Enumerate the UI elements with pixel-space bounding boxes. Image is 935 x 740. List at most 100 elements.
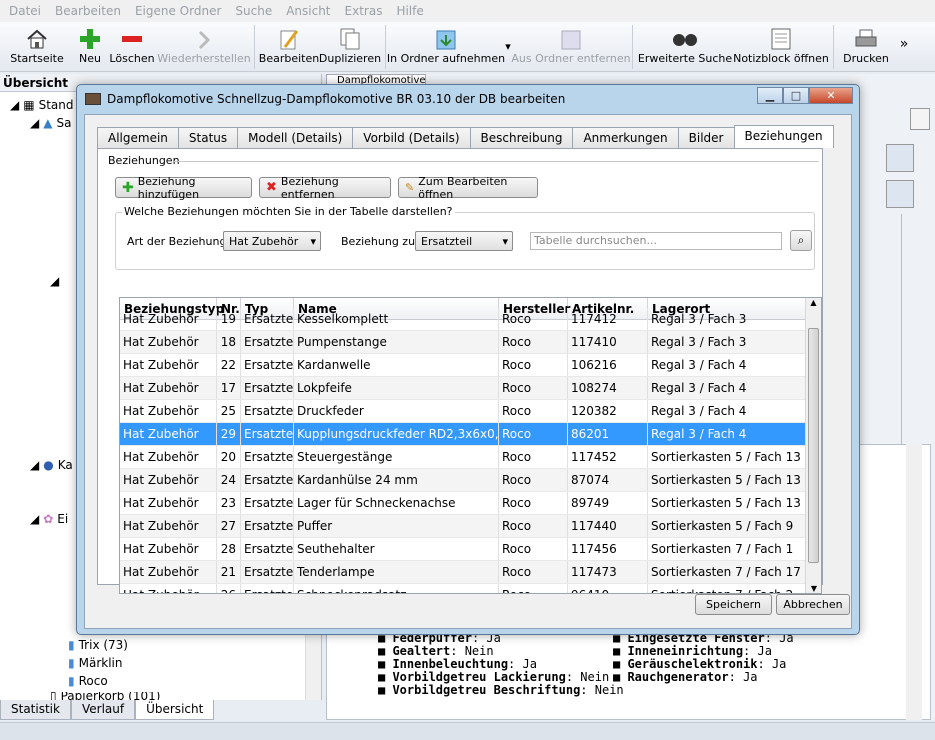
properties-scrollbar[interactable] [906,444,922,720]
property-value: Ja [743,670,758,684]
tree-item-roco[interactable]: ▮ Roco [68,674,108,688]
tab-0[interactable]: Allgemein [97,127,179,148]
remove-relation-button[interactable]: ✖ Beziehung entfernen [259,175,391,201]
table-row[interactable]: Hat Zubehör24ErsatzteilKardanhülse 24 mm… [120,469,806,492]
table-row[interactable]: Hat Zubehör17ErsatzteilLokpfeifeRoco1082… [120,377,806,400]
tab-4[interactable]: Beschreibung [469,127,574,148]
menu-item[interactable]: Extras [338,4,390,18]
scroll-up-icon[interactable]: ▲ [806,298,821,307]
delete-button[interactable]: Löschen [106,22,158,72]
table-row[interactable]: Hat Zubehör26ErsatzteilSchneckenradsatzR… [120,584,806,593]
table-row[interactable]: Hat Zubehör22ErsatzteilKardanwelleRoco10… [120,354,806,377]
collapse-icon[interactable]: ◢ [10,98,19,112]
tab-7[interactable]: Beziehungen [733,125,834,148]
tab-verlauf[interactable]: Verlauf [70,700,136,720]
status-bar [0,722,935,740]
menu-item[interactable]: Bearbeiten [48,4,128,18]
table-search-button[interactable]: ⌕ [790,230,812,251]
advanced-search-button[interactable]: Erweiterte Suche [637,22,733,72]
table-cell: 29 [217,423,241,445]
menu-item[interactable]: Datei [2,4,48,18]
collapse-icon[interactable]: ◢ [50,274,59,288]
tab-3[interactable]: Vorbild (Details) [352,127,471,148]
table-row[interactable]: Hat Zubehör27ErsatzteilPufferRoco117440S… [120,515,806,538]
open-for-edit-button[interactable]: ✎ Zum Bearbeiten öffnen [398,175,538,201]
tree-item-stand[interactable]: ◢ ▦ Stand [10,98,73,112]
minimize-button[interactable]: ▁ [757,87,783,104]
duplicate-button[interactable]: Duplizieren [319,22,381,72]
tree-item-papierkorb[interactable]: ▯ Papierkorb (101) [50,692,160,700]
table-cell: Regal 3 / Fach 4 [648,423,806,445]
edit-button[interactable]: Bearbeiten [259,22,319,72]
table-cell: Pumpenstange [294,331,499,353]
table-cell: Hat Zubehör [120,423,217,445]
add-relation-button[interactable]: ✚ Beziehung hinzufügen [115,175,252,201]
tab-1[interactable]: Status [177,127,239,148]
collapse-icon[interactable]: ◢ [30,512,39,526]
start-button[interactable]: Startseite [0,22,74,72]
tab-2[interactable]: Modell (Details) [237,127,354,148]
restore-button[interactable]: Wiederherstellen [157,22,251,72]
table-row[interactable]: Hat Zubehör18ErsatzteilPumpenstangeRoco1… [120,331,806,354]
tab-5[interactable]: Anmerkungen [572,127,679,148]
cancel-button[interactable]: Abbrechen [776,594,850,615]
table-cell: Steuergestänge [294,446,499,468]
table-cell: 22 [217,354,241,376]
menu-item[interactable]: Eigene Ordner [128,4,228,18]
table-scrollbar[interactable]: ▲ ▼ [805,298,821,593]
scroll-down-icon[interactable]: ▼ [806,584,821,593]
table-cell: Roco [499,538,568,560]
tree-item-maerklin[interactable]: ▮ Märklin [68,656,122,670]
table-row[interactable]: Hat Zubehör25ErsatzteilDruckfederRoco120… [120,400,806,423]
toolbar-separator [833,25,834,69]
table-row[interactable]: Hat Zubehör21ErsatzteilTenderlampeRoco11… [120,561,806,584]
relation-type-label: Art der Beziehung: [127,235,231,248]
maximize-button[interactable]: □ [783,87,809,104]
tree-item-ka[interactable]: ◢ ● Ka [30,458,73,472]
table-row[interactable]: Hat Zubehör28ErsatzteilSeuthehalterRoco1… [120,538,806,561]
table-row[interactable]: Hat Zubehör29ErsatzteilKupplungsdruckfed… [120,423,806,446]
table-cell: Regal 3 / Fach 4 [648,400,806,422]
collapse-icon[interactable]: ◢ [30,116,39,130]
collapse-icon[interactable]: ◢ [30,458,39,472]
table-row[interactable]: Hat Zubehör19ErsatzteilKesselkomplettRoc… [120,308,806,331]
tab-uebersicht[interactable]: Übersicht [135,700,215,720]
relation-type-select[interactable]: Hat Zubehör ▾ [223,231,321,251]
table-cell: Sortierkasten 7 / Fach 2 [648,584,806,593]
table-cell: Roco [499,446,568,468]
menu-item[interactable]: Suche [228,4,279,18]
table-row[interactable]: Hat Zubehör23ErsatzteilLager für Schneck… [120,492,806,515]
tab-statistik[interactable]: Statistik [0,700,71,720]
table-search-input[interactable]: Tabelle durchsuchen... [530,232,782,250]
relation-target-select[interactable]: Ersatzteil ▾ [415,231,513,251]
save-button[interactable]: Speichern [695,594,772,615]
detail-search-button[interactable] [910,108,930,130]
tree-item-sa[interactable]: ◢ ▲ Sa [30,116,71,130]
table-cell: 87074 [568,469,648,491]
scroll-thumb[interactable] [808,328,819,563]
table-cell: Ersatzteil [241,469,294,491]
table-cell: Hat Zubehör [120,446,217,468]
table-cell: Ersatzteil [241,423,294,445]
tree-item-trix[interactable]: ▮ Trix (73) [68,638,128,652]
menu-item[interactable]: Hilfe [389,4,430,18]
close-button[interactable]: ✕ [809,87,853,104]
zoom-slider[interactable] [901,214,913,474]
tree-item-ei[interactable]: ◢ ✿ Ei [30,512,68,526]
more-tools-button[interactable]: » [894,22,914,72]
add-to-folder-button[interactable]: In Ordner aufnehmen [387,22,505,72]
dialog-titlebar[interactable]: Dampflokomotive Schnellzug-Dampflokomoti… [77,85,859,113]
image-thumb-2[interactable] [886,180,914,208]
property-key: Vorbildgetreu Lackierung [392,670,566,684]
table-cell: Roco [499,354,568,376]
print-button[interactable]: Drucken [838,22,894,72]
property-value: Nein [594,683,624,697]
image-thumb-1[interactable] [886,144,914,172]
menu-item[interactable]: Ansicht [279,4,337,18]
table-row[interactable]: Hat Zubehör20ErsatzteilSteuergestängeRoc… [120,446,806,469]
remove-from-folder-button[interactable]: Aus Ordner entfernen [511,22,631,72]
notepad-button[interactable]: Notizblock öffnen [733,22,829,72]
tab-6[interactable]: Bilder [677,127,735,148]
tree-item-collapsed[interactable]: ◢ [50,274,59,288]
new-button[interactable]: Neu [74,22,106,72]
